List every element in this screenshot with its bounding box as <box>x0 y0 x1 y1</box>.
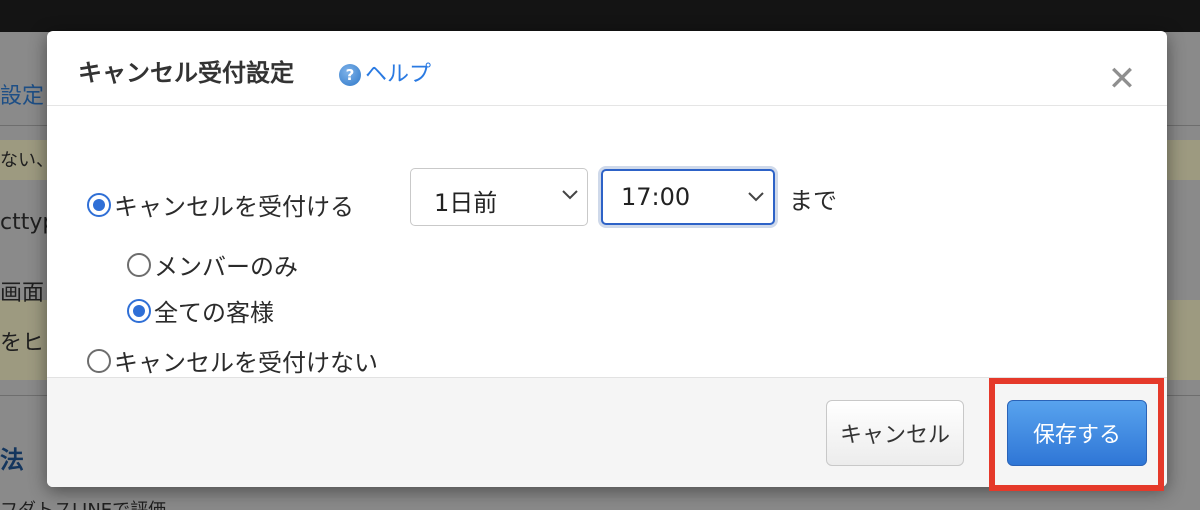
reject-cancel-radio[interactable] <box>87 348 111 373</box>
dialog-body: キャンセルを受付ける 1日前 17:00 まで メンバーのみ 全ての客様 キャン… <box>47 107 1167 377</box>
help-link[interactable]: ヘルプ <box>365 56 431 88</box>
members-only-option[interactable]: メンバーのみ <box>127 247 298 282</box>
until-label: まで <box>789 187 837 215</box>
chevron-down-icon <box>562 190 578 200</box>
background-top-bar <box>0 0 1200 32</box>
question-circle-icon[interactable]: ? <box>339 64 361 86</box>
accept-cancel-label: キャンセルを受付ける <box>114 193 354 221</box>
time-value: 17:00 <box>621 183 691 211</box>
dialog-title: キャンセル受付設定 <box>78 59 294 87</box>
members-only-label: メンバーのみ <box>154 253 298 281</box>
reject-cancel-label: キャンセルを受付けない <box>114 349 378 377</box>
background-text: フダトスLINEで評価 <box>0 496 166 510</box>
cancel-button[interactable]: キャンセル <box>826 400 964 466</box>
accept-cancel-option[interactable]: キャンセルを受付ける <box>87 187 354 222</box>
dialog-header: キャンセル受付設定 ? ヘルプ ✕ <box>47 31 1167 106</box>
help-link-group[interactable]: ? ヘルプ <box>339 56 431 88</box>
background-heading: 法 <box>0 446 24 474</box>
all-customers-radio[interactable] <box>127 298 151 323</box>
close-icon[interactable]: ✕ <box>1105 62 1139 96</box>
background-text: をヒ <box>0 331 45 356</box>
all-customers-label: 全ての客様 <box>154 299 274 327</box>
background-settings-link: 設定 <box>0 84 45 109</box>
save-button-highlight <box>989 378 1164 491</box>
chevron-down-icon <box>748 192 764 202</box>
background-notice-text: ない、 <box>0 150 54 171</box>
days-before-select[interactable]: 1日前 <box>410 168 588 226</box>
background-text: 画面 <box>0 281 45 306</box>
all-customers-option[interactable]: 全ての客様 <box>127 293 274 328</box>
reject-cancel-option[interactable]: キャンセルを受付けない <box>87 343 378 378</box>
accept-cancel-radio[interactable] <box>87 192 111 217</box>
members-only-radio[interactable] <box>127 252 151 277</box>
days-before-value: 1日前 <box>434 189 498 217</box>
time-select[interactable]: 17:00 <box>601 169 775 225</box>
